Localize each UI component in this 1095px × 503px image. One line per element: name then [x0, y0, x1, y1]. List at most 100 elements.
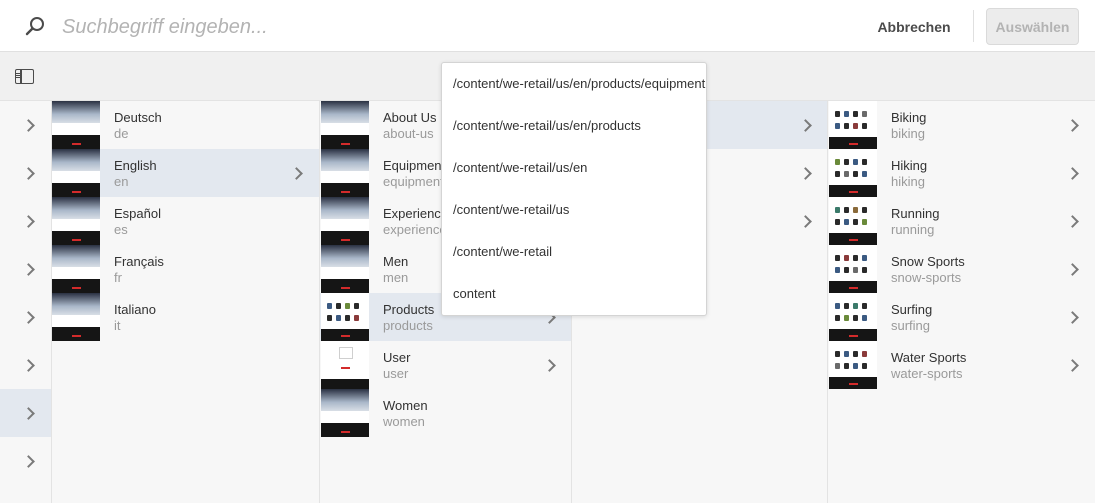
list-item-water-sports[interactable]: Water Sports water-sports	[828, 341, 1095, 389]
item-name: equipment	[383, 174, 444, 189]
list-item[interactable]	[0, 197, 51, 245]
item-title: Products	[383, 302, 435, 317]
page-thumbnail	[321, 101, 369, 149]
chevron-right-icon	[1066, 215, 1079, 228]
chevron-right-icon	[22, 407, 35, 420]
chevron-right-icon	[22, 455, 35, 468]
item-title: Water Sports	[891, 350, 967, 365]
item-title: Running	[891, 206, 940, 221]
item-name: experience	[383, 222, 447, 237]
list-item[interactable]	[0, 389, 51, 437]
search-icon	[25, 17, 44, 36]
chevron-right-icon	[799, 167, 812, 180]
column-languages: Deutsch de English en Español es Françai…	[52, 101, 320, 503]
page-thumbnail	[321, 149, 369, 197]
search-input[interactable]	[62, 12, 662, 42]
page-thumbnail	[321, 245, 369, 293]
item-title: Women	[383, 398, 428, 413]
item-title: Equipment	[383, 158, 446, 173]
chevron-right-icon	[1066, 167, 1079, 180]
path-dropdown: /content/we-retail/us/en/products/equipm…	[441, 62, 707, 316]
page-thumbnail	[321, 197, 369, 245]
item-title: Biking	[891, 110, 927, 125]
item-name: en	[114, 174, 129, 189]
page-thumbnail	[52, 197, 100, 245]
path-option[interactable]: /content/we-retail/us/en/products/equipm…	[442, 63, 706, 105]
path-option[interactable]: /content/we-retail	[442, 231, 706, 273]
path-option[interactable]: content	[442, 273, 706, 315]
chevron-right-icon	[1066, 311, 1079, 324]
list-item-running[interactable]: Running running	[828, 197, 1095, 245]
chevron-right-icon	[22, 359, 35, 372]
list-item-hiking[interactable]: Hiking hiking	[828, 149, 1095, 197]
column-root	[0, 101, 52, 503]
column-equipment: Biking biking Hiking hiking Running runn…	[828, 101, 1095, 503]
chevron-right-icon	[22, 263, 35, 276]
item-name: men	[383, 270, 409, 285]
chevron-right-icon	[543, 359, 556, 372]
page-thumbnail	[321, 293, 369, 341]
chevron-right-icon	[22, 167, 35, 180]
item-name: hiking	[891, 174, 925, 189]
page-thumbnail	[829, 293, 877, 341]
item-name: fr	[114, 270, 122, 285]
item-name: surfing	[891, 318, 931, 333]
rail-toggle-icon[interactable]	[15, 69, 34, 84]
item-title: Men	[383, 254, 409, 269]
list-item-francais[interactable]: Français fr	[52, 245, 319, 293]
item-title: Surfing	[891, 302, 933, 317]
list-item-user[interactable]: User user	[320, 341, 571, 389]
item-title: Experience	[383, 206, 449, 221]
item-name: women	[383, 414, 425, 429]
item-name: products	[383, 318, 433, 333]
list-item[interactable]	[0, 341, 51, 389]
path-option[interactable]: /content/we-retail/us/en	[442, 147, 706, 189]
list-item-english[interactable]: English en	[52, 149, 319, 197]
page-thumbnail	[52, 245, 100, 293]
chevron-right-icon	[22, 311, 35, 324]
list-item-women[interactable]: Women women	[320, 389, 571, 437]
item-name: user	[383, 366, 409, 381]
list-item-surfing[interactable]: Surfing surfing	[828, 293, 1095, 341]
list-item[interactable]	[0, 437, 51, 485]
item-title: Hiking	[891, 158, 928, 173]
item-title: About Us	[383, 110, 437, 125]
page-thumbnail	[52, 149, 100, 197]
list-item[interactable]	[0, 245, 51, 293]
list-item-italiano[interactable]: Italiano it	[52, 293, 319, 341]
chevron-right-icon	[1066, 263, 1079, 276]
item-name: water-sports	[891, 366, 963, 381]
path-option[interactable]: /content/we-retail/us	[442, 189, 706, 231]
page-thumbnail	[321, 341, 369, 389]
page-thumbnail	[321, 389, 369, 437]
chevron-right-icon	[22, 215, 35, 228]
item-title: Español	[114, 206, 161, 221]
item-title: Français	[114, 254, 164, 269]
page-thumbnail	[52, 293, 100, 341]
list-item-deutsch[interactable]: Deutsch de	[52, 101, 319, 149]
list-item[interactable]	[0, 149, 51, 197]
page-thumbnail	[829, 101, 877, 149]
select-button[interactable]: Auswählen	[986, 8, 1079, 45]
list-item-biking[interactable]: Biking biking	[828, 101, 1095, 149]
list-item[interactable]	[0, 101, 51, 149]
item-name: biking	[891, 126, 925, 141]
list-item[interactable]	[0, 293, 51, 341]
item-name: snow-sports	[891, 270, 962, 285]
list-item-espanol[interactable]: Español es	[52, 197, 319, 245]
chevron-right-icon	[290, 167, 303, 180]
page-thumbnail	[829, 245, 877, 293]
cancel-button[interactable]: Abbrechen	[866, 8, 962, 46]
item-title: Snow Sports	[891, 254, 965, 269]
list-item-snow-sports[interactable]: Snow Sports snow-sports	[828, 245, 1095, 293]
path-option[interactable]: /content/we-retail/us/en/products	[442, 105, 706, 147]
item-name: about-us	[383, 126, 434, 141]
header-divider	[973, 10, 974, 42]
top-bar: Abbrechen Auswählen	[0, 0, 1095, 52]
chevron-right-icon	[799, 119, 812, 132]
item-title: User	[383, 350, 411, 365]
item-title: English	[114, 158, 157, 173]
item-name: es	[114, 222, 128, 237]
chevron-right-icon	[22, 119, 35, 132]
item-title: Italiano	[114, 302, 156, 317]
